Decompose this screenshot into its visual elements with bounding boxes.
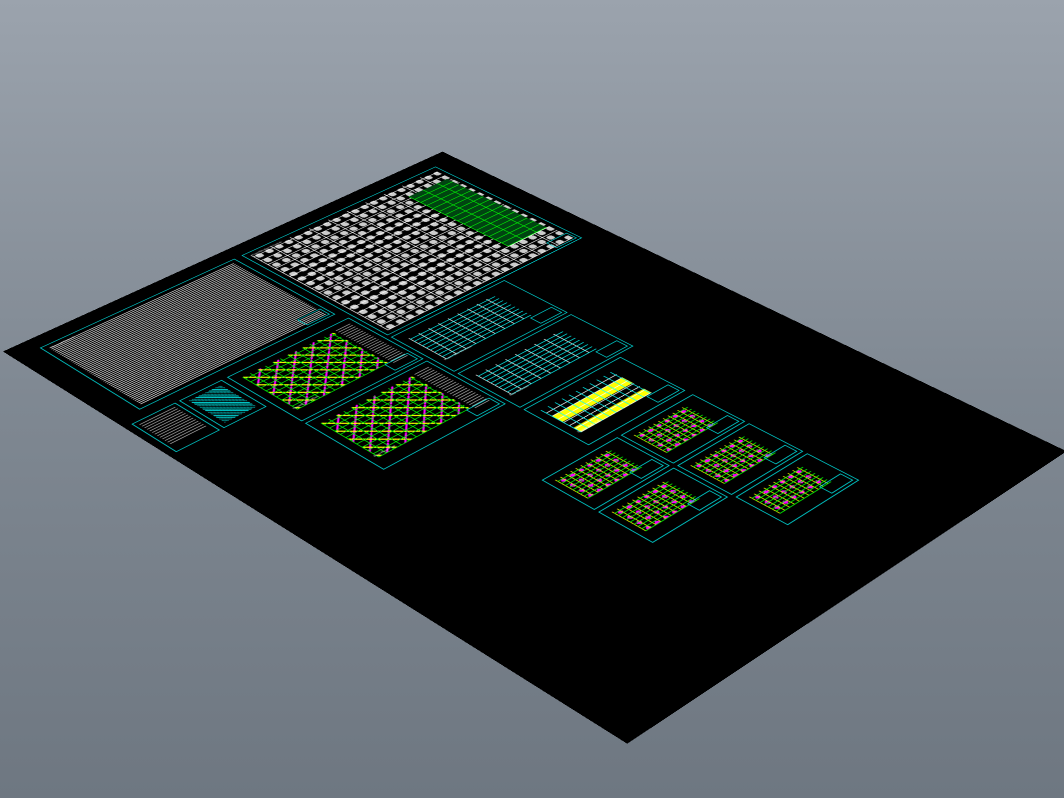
- detail-drawing: [634, 406, 719, 453]
- model-space-canvas[interactable]: General Notes 1 Door/Window Schedule Gro…: [4, 152, 1064, 742]
- detail-drawing: [555, 449, 642, 498]
- cad-viewport[interactable]: General Notes 1 Door/Window Schedule Gro…: [0, 0, 1064, 798]
- cover-text: [139, 407, 207, 444]
